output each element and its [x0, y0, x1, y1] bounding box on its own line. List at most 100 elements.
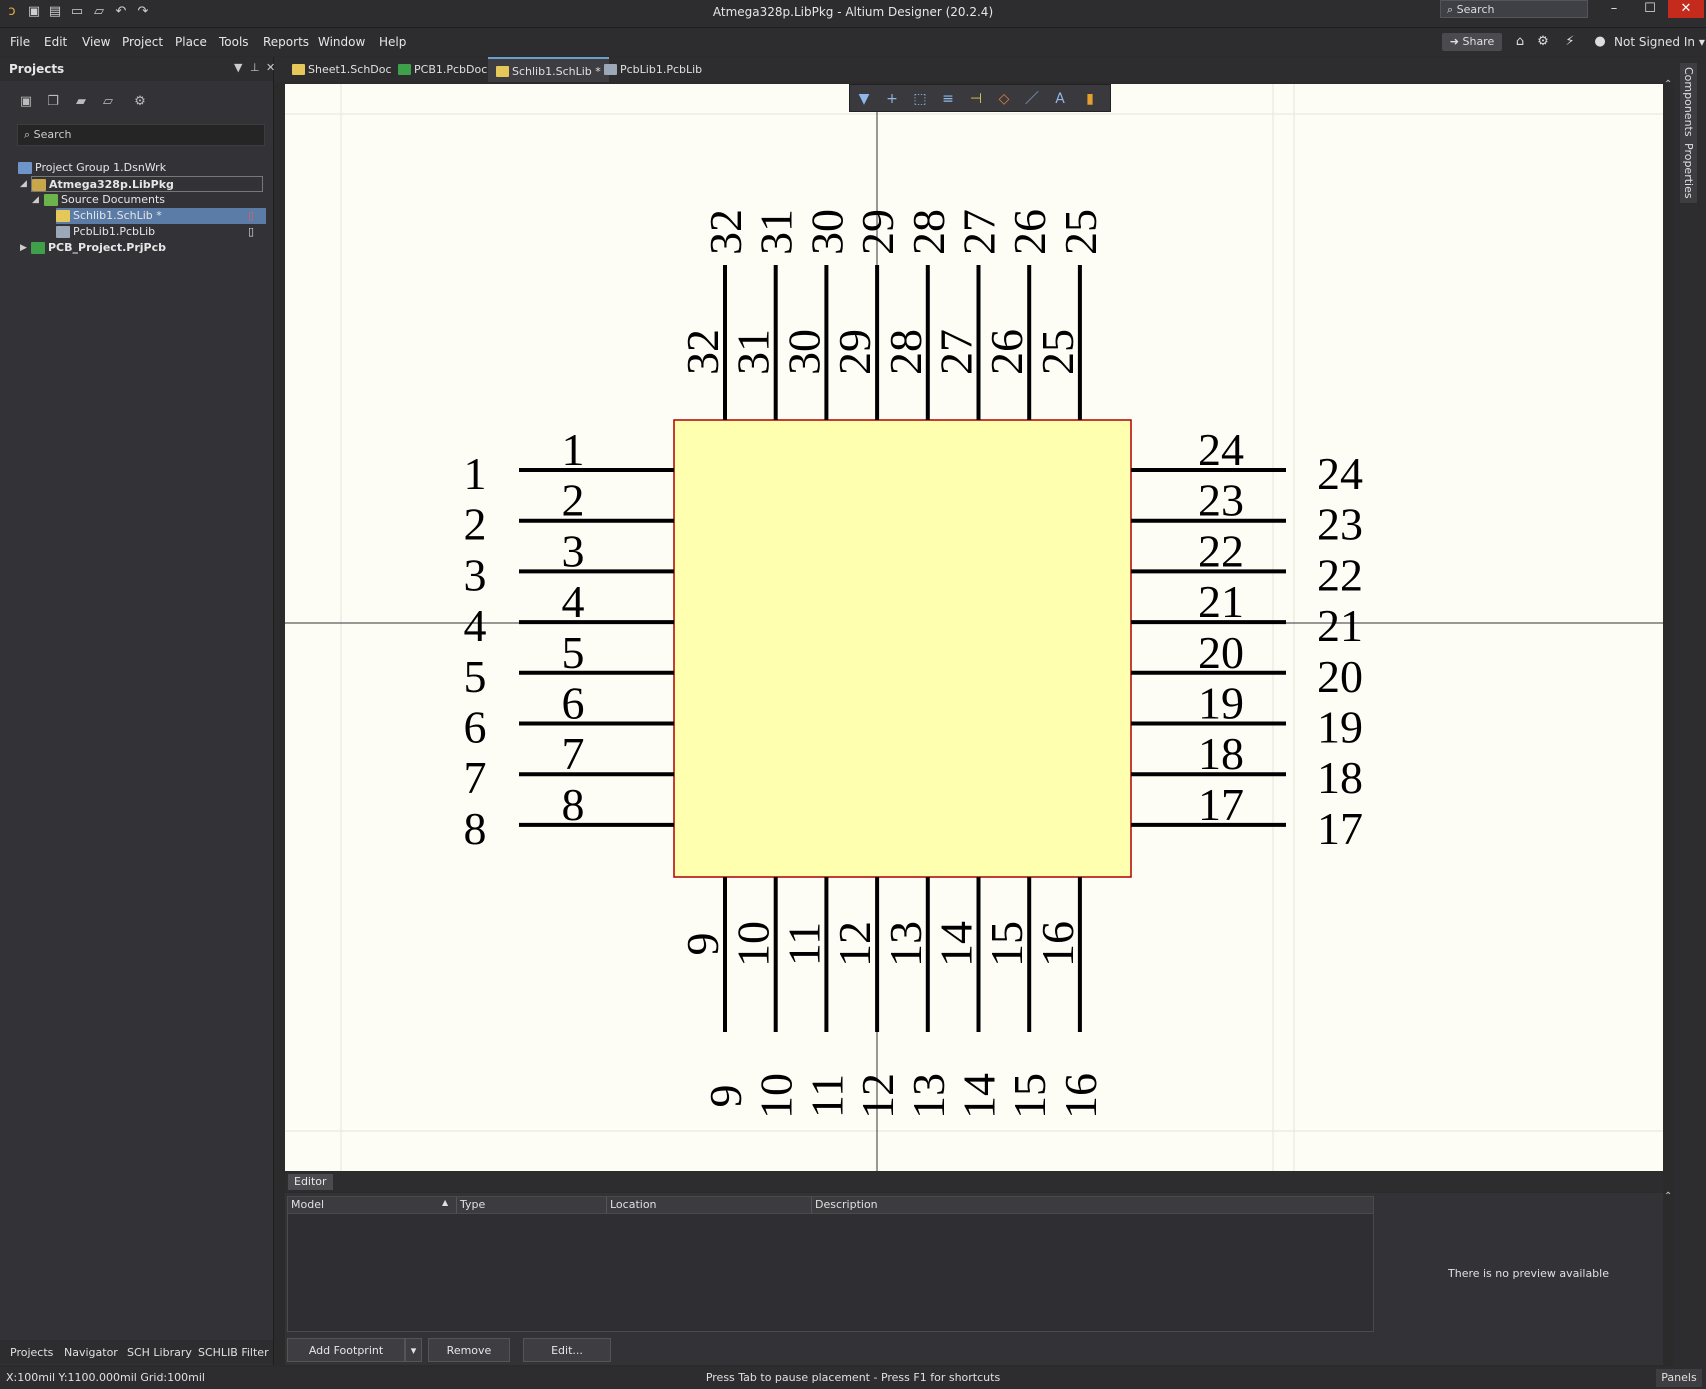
pin-designator: 29	[852, 209, 903, 255]
tab-properties[interactable]: Properties	[1680, 139, 1697, 203]
gear-icon[interactable]: ⚙	[1535, 34, 1551, 50]
notifications-icon[interactable]: ⚡	[1562, 34, 1578, 50]
remove-button[interactable]: Remove	[428, 1338, 510, 1362]
tab-pcb1-pcbdoc[interactable]: PCB1.PcbDoc	[390, 57, 495, 82]
collapse-up-icon[interactable]: ⌃	[1664, 1191, 1672, 1202]
pin-name: 12	[829, 921, 880, 967]
pin-icon[interactable]: ⊥	[250, 61, 260, 74]
pin-designator: 15	[1004, 1073, 1055, 1119]
add-footprint-dropdown[interactable]: ▾	[405, 1338, 422, 1362]
filter-icon[interactable]: ▼	[854, 89, 874, 109]
share-icon: ➜	[1449, 35, 1463, 48]
column-divider[interactable]	[811, 1197, 812, 1213]
save-project-icon[interactable]: ▣	[18, 94, 34, 110]
open-folder-icon[interactable]: ▰	[73, 94, 89, 110]
pin-name: 22	[1198, 525, 1244, 576]
tree-item-label: Project Group 1.DsnWrk	[35, 161, 167, 174]
menu-edit[interactable]: Edit	[44, 35, 67, 49]
pin-name: 1	[562, 424, 585, 475]
tab-sheet1-schdoc[interactable]: Sheet1.SchDoc	[284, 57, 400, 82]
global-search-input[interactable]: ⌕ Search	[1440, 0, 1588, 18]
menu-place[interactable]: Place	[175, 35, 207, 49]
collapse-arrow-icon[interactable]: ◢	[32, 192, 39, 208]
collapse-arrow-icon[interactable]: ◢	[20, 176, 27, 192]
column-location[interactable]: Location	[610, 1198, 657, 1211]
add-footprint-button[interactable]: Add Footprint	[287, 1338, 405, 1362]
close-button[interactable]: ✕	[1668, 0, 1704, 18]
menu-reports[interactable]: Reports	[263, 35, 309, 49]
user-menu[interactable]: Not Signed In ▾	[1614, 35, 1705, 49]
tab-schlib1-schlib[interactable]: Schlib1.SchLib *	[488, 57, 609, 82]
select-area-icon[interactable]: ⬚	[910, 89, 930, 109]
minimize-button[interactable]: –	[1596, 0, 1632, 18]
menu-window[interactable]: Window	[318, 35, 365, 49]
menu-project[interactable]: Project	[122, 35, 163, 49]
pin-name: 4	[562, 576, 585, 627]
global-search-placeholder: Search	[1456, 3, 1495, 16]
schematic-canvas[interactable]: 1 1 2 2 3 3 4 4 5 5 6 6 7 7 8 8 24 24 23 23 22 22 21 21 20 20 19 19…	[285, 84, 1663, 1171]
column-divider[interactable]	[456, 1197, 457, 1213]
place-pin-icon[interactable]: ⊣	[966, 89, 986, 109]
pin-designator: 26	[1004, 209, 1055, 255]
menu-view[interactable]: View	[82, 35, 110, 49]
column-model[interactable]: Model	[291, 1198, 324, 1211]
pin-name: 28	[880, 329, 931, 375]
expand-arrow-icon[interactable]: ▶	[20, 240, 27, 256]
panels-button[interactable]: Panels	[1656, 1369, 1702, 1387]
tab-pcblib1-pcblib[interactable]: PcbLib1.PcbLib	[596, 57, 710, 82]
maximize-button[interactable]: ☐	[1632, 0, 1668, 18]
tree-item-source-documents[interactable]: Source Documents	[44, 192, 165, 208]
share-label: Share	[1462, 35, 1495, 48]
place-text-icon[interactable]: A	[1050, 89, 1070, 109]
pin-name: 31	[728, 329, 779, 375]
pin-designator: 14	[954, 1073, 1005, 1119]
place-shape-icon[interactable]: ◇	[994, 89, 1014, 109]
place-line-icon[interactable]: ／	[1022, 89, 1042, 109]
pin-name: 3	[562, 525, 585, 576]
doc-tab-label: Schlib1.SchLib *	[512, 65, 601, 78]
tree-item-project-group[interactable]: Project Group 1.DsnWrk	[18, 160, 166, 176]
pin-designator: 31	[751, 209, 802, 255]
tab-navigator[interactable]: Navigator	[64, 1346, 118, 1359]
copy-icon[interactable]: ❐	[45, 94, 61, 110]
tab-projects[interactable]: Projects	[10, 1346, 53, 1359]
share-button[interactable]: ➜ Share	[1442, 33, 1502, 51]
tab-components[interactable]: Components	[1680, 63, 1697, 141]
pin-name: 26	[981, 329, 1032, 375]
pin-designator: 27	[954, 209, 1005, 255]
pin-name: 15	[981, 921, 1032, 967]
menu-help[interactable]: Help	[379, 35, 406, 49]
pin-name: 17	[1198, 779, 1244, 830]
settings-icon[interactable]: ⚙	[132, 94, 148, 110]
menu-tools[interactable]: Tools	[219, 35, 249, 49]
component-body[interactable]	[673, 419, 1132, 878]
pin-designator: 21	[1317, 600, 1363, 651]
tab-schlib-filter[interactable]: SCHLIB Filter	[198, 1346, 269, 1359]
schematic-drawing[interactable]: 1 12 23 34 45 56 67 78 8242423232222212120201919…	[285, 84, 1663, 1171]
projects-search-input[interactable]: ⌕ Search	[17, 124, 265, 146]
tree-item-pcblib[interactable]: PcbLib1.PcbLib ▯	[56, 224, 266, 240]
move-icon[interactable]: +	[882, 89, 902, 109]
home-icon[interactable]: ⌂	[1512, 34, 1528, 50]
tree-item-schlib[interactable]: Schlib1.SchLib * ▯	[56, 208, 266, 224]
pin-designator: 25	[1055, 209, 1106, 255]
component-icon[interactable]: ▮	[1080, 89, 1100, 109]
pin-designator: 18	[1317, 752, 1363, 803]
pin-designator: 19	[1317, 702, 1363, 753]
editor-tab-bar: Editor	[285, 1172, 1663, 1192]
tree-item-libpkg[interactable]: Atmega328p.LibPkg	[31, 176, 263, 192]
pin-name: 5	[562, 627, 585, 678]
column-description[interactable]: Description	[815, 1198, 878, 1211]
panel-menu-icon[interactable]: ▼	[234, 61, 242, 74]
pin-designator: 8	[464, 803, 487, 854]
column-type[interactable]: Type	[460, 1198, 485, 1211]
edit-button[interactable]: Edit...	[523, 1338, 611, 1362]
tab-editor[interactable]: Editor	[288, 1174, 333, 1190]
tree-item-pcb-project[interactable]: PCB_Project.PrjPcb	[31, 240, 166, 256]
tab-sch-library[interactable]: SCH Library	[127, 1346, 192, 1359]
column-divider[interactable]	[606, 1197, 607, 1213]
folder-icon[interactable]: ▱	[100, 94, 116, 110]
menu-file[interactable]: File	[10, 35, 30, 49]
align-icon[interactable]: ≡	[938, 89, 958, 109]
collapse-up-icon[interactable]: ⌃	[1664, 79, 1672, 90]
